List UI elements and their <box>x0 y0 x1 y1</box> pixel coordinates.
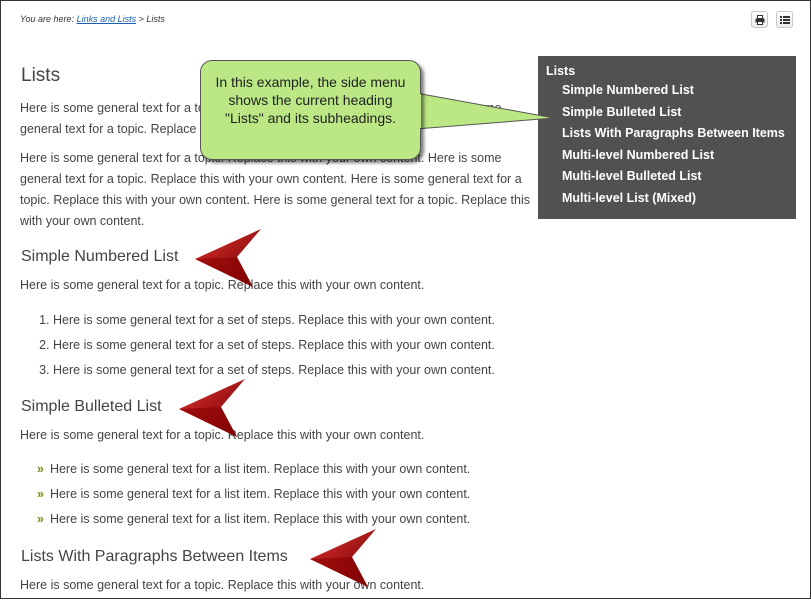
side-menu-item-lists-with-paragraphs[interactable]: Lists With Paragraphs Between Items <box>546 123 788 145</box>
bullet-chevron-icon: » <box>37 462 44 476</box>
list-item: Here is some general text for a set of s… <box>53 360 495 381</box>
breadcrumb: You are here: Links and Lists > Lists <box>20 14 165 24</box>
red-arrow-icon <box>195 229 261 287</box>
list-item: Here is some general text for a set of s… <box>53 310 495 331</box>
bulleted-list: » Here is some general text for a list it… <box>37 459 470 534</box>
list-item: » Here is some general text for a list it… <box>37 509 470 530</box>
breadcrumb-prefix: You are here: <box>20 14 75 24</box>
side-menu-title[interactable]: Lists <box>546 64 788 78</box>
bullet-chevron-icon: » <box>37 487 44 501</box>
list-item: » Here is some general text for a list it… <box>37 484 470 505</box>
heading-simple-numbered-list: Simple Numbered List <box>21 248 179 265</box>
side-menu-item-multi-level-numbered-list[interactable]: Multi-level Numbered List <box>546 145 788 167</box>
breadcrumb-current: Lists <box>146 14 165 24</box>
list-item-text: Here is some general text for a list ite… <box>49 487 471 501</box>
side-menu-item-multi-level-list-mixed[interactable]: Multi-level List (Mixed) <box>546 188 788 210</box>
toggle-menu-button[interactable] <box>776 11 793 28</box>
numbered-list: Here is some general text for a set of s… <box>20 310 495 385</box>
side-menu: Lists Simple Numbered List Simple Bullet… <box>538 56 796 219</box>
breadcrumb-separator: > <box>138 14 144 24</box>
print-button[interactable] <box>751 11 768 28</box>
side-menu-item-multi-level-bulleted-list[interactable]: Multi-level Bulleted List <box>546 166 788 188</box>
callout-annotation: In this example, the side menu shows the… <box>200 60 421 160</box>
page-title: Lists <box>21 65 61 86</box>
list-item: » Here is some general text for a list it… <box>37 459 470 480</box>
list-item-text: Here is some general text for a list ite… <box>49 512 471 526</box>
printer-icon <box>755 15 765 25</box>
callout-text: In this example, the side menu shows the… <box>215 74 406 126</box>
heading-simple-bulleted-list: Simple Bulleted List <box>21 398 162 415</box>
red-arrow-icon <box>310 529 376 587</box>
bullet-chevron-icon: » <box>37 512 44 526</box>
red-arrow-icon <box>179 379 245 437</box>
side-menu-item-simple-numbered-list[interactable]: Simple Numbered List <box>546 80 788 102</box>
heading-lists-with-paragraphs: Lists With Paragraphs Between Items <box>21 548 288 565</box>
side-menu-item-simple-bulleted-list[interactable]: Simple Bulleted List <box>546 102 788 124</box>
list-item: Here is some general text for a set of s… <box>53 335 495 356</box>
list-icon <box>780 16 790 24</box>
breadcrumb-link-links-and-lists[interactable]: Links and Lists <box>77 14 137 24</box>
intro-paragraph-2: Here is some general text for a topic. R… <box>20 151 530 228</box>
help-topic-frame: You are here: Links and Lists > Lists Li… <box>0 0 811 599</box>
list-item-text: Here is some general text for a list ite… <box>49 462 471 476</box>
